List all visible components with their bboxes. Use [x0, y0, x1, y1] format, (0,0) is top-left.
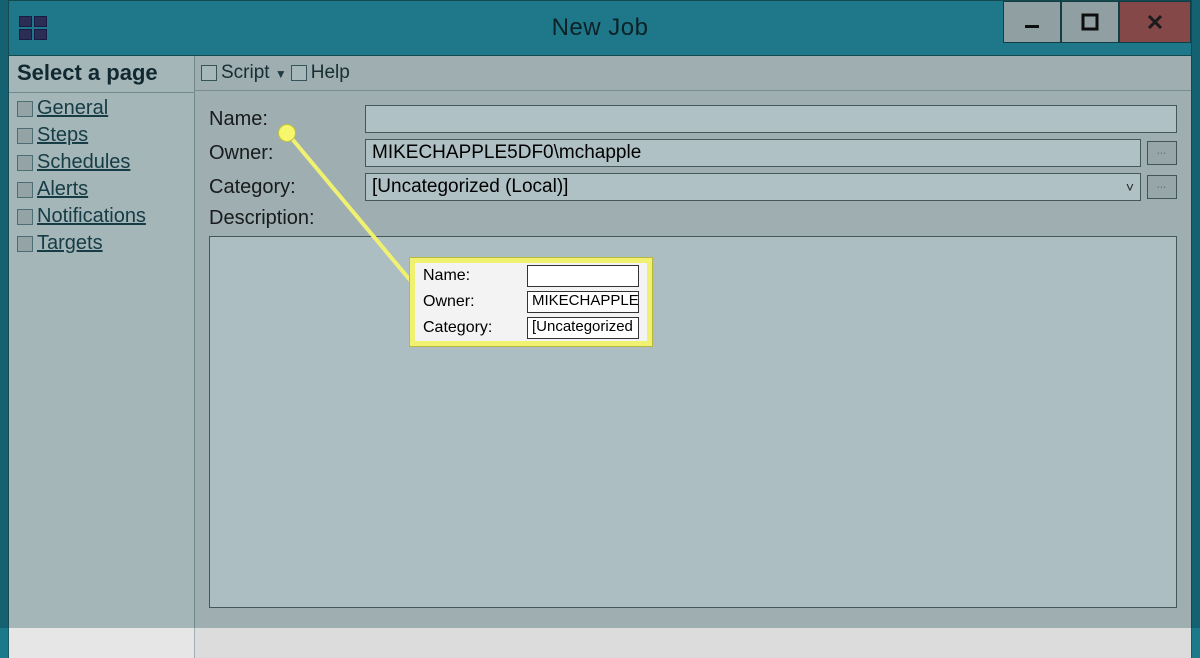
job-general-form: Name: Owner: MIKECHAPPLE5DF0\mchapple ··…	[195, 91, 1191, 230]
zoom-owner-field: MIKECHAPPLE5DF0\mchapple	[527, 291, 639, 313]
page-icon	[17, 128, 33, 144]
description-textarea[interactable]	[209, 236, 1177, 608]
chevron-down-icon: ˅	[1126, 179, 1134, 195]
maximize-button[interactable]	[1061, 1, 1119, 43]
sidebar-header: Select a page	[9, 56, 194, 93]
zoom-name-label: Name:	[423, 267, 521, 285]
sidebar-item-targets[interactable]: Targets	[15, 230, 194, 257]
page-icon	[17, 182, 33, 198]
close-button[interactable]	[1119, 1, 1191, 43]
sidebar-item-alerts[interactable]: Alerts	[15, 176, 194, 203]
sidebar-item-general[interactable]: General	[15, 95, 194, 122]
sidebar-item-schedules[interactable]: Schedules	[15, 149, 194, 176]
script-dropdown[interactable]: Script ▼	[221, 62, 287, 84]
help-icon	[291, 65, 307, 81]
zoom-owner-label: Owner:	[423, 293, 521, 311]
name-label: Name:	[209, 108, 359, 131]
zoom-category-field: [Uncategorized (Local)]	[527, 317, 639, 339]
toolbar: Script ▼ Help	[195, 56, 1191, 91]
page-icon	[17, 209, 33, 225]
sidebar-item-label: General	[37, 97, 108, 120]
zoom-category-label: Category:	[423, 319, 521, 337]
category-browse-button[interactable]: ···	[1147, 175, 1177, 199]
sidebar-item-label: Schedules	[37, 151, 130, 174]
sidebar-item-label: Steps	[37, 124, 88, 147]
minimize-button[interactable]	[1003, 1, 1061, 43]
description-label: Description:	[209, 207, 359, 230]
page-selector-sidebar: Select a page General Steps Schedules Al…	[9, 56, 195, 658]
chevron-down-icon: ▼	[275, 67, 287, 81]
system-menu-icon[interactable]	[19, 17, 47, 39]
sidebar-item-label: Alerts	[37, 178, 88, 201]
title-bar: New Job	[9, 1, 1191, 56]
category-select[interactable]: [Uncategorized (Local)] ˅	[365, 173, 1141, 201]
sidebar-item-notifications[interactable]: Notifications	[15, 203, 194, 230]
annotation-zoom: Name: Owner: MIKECHAPPLE5DF0\mchapple Cat…	[410, 258, 652, 346]
help-button[interactable]: Help	[311, 62, 350, 84]
main-panel: Script ▼ Help Name: Owner: MIKECHAPPLE5D…	[195, 56, 1191, 658]
page-icon	[17, 101, 33, 117]
category-label: Category:	[209, 176, 359, 199]
name-input[interactable]	[365, 105, 1177, 133]
owner-label: Owner:	[209, 142, 359, 165]
owner-browse-button[interactable]: ···	[1147, 141, 1177, 165]
sidebar-item-label: Targets	[37, 232, 103, 255]
page-icon	[17, 155, 33, 171]
sidebar-item-label: Notifications	[37, 205, 146, 228]
zoom-name-field	[527, 265, 639, 287]
sidebar-item-steps[interactable]: Steps	[15, 122, 194, 149]
owner-input[interactable]: MIKECHAPPLE5DF0\mchapple	[365, 139, 1141, 167]
window-controls	[1003, 1, 1191, 41]
page-icon	[17, 236, 33, 252]
category-value: [Uncategorized (Local)]	[372, 176, 568, 198]
script-icon	[201, 65, 217, 81]
